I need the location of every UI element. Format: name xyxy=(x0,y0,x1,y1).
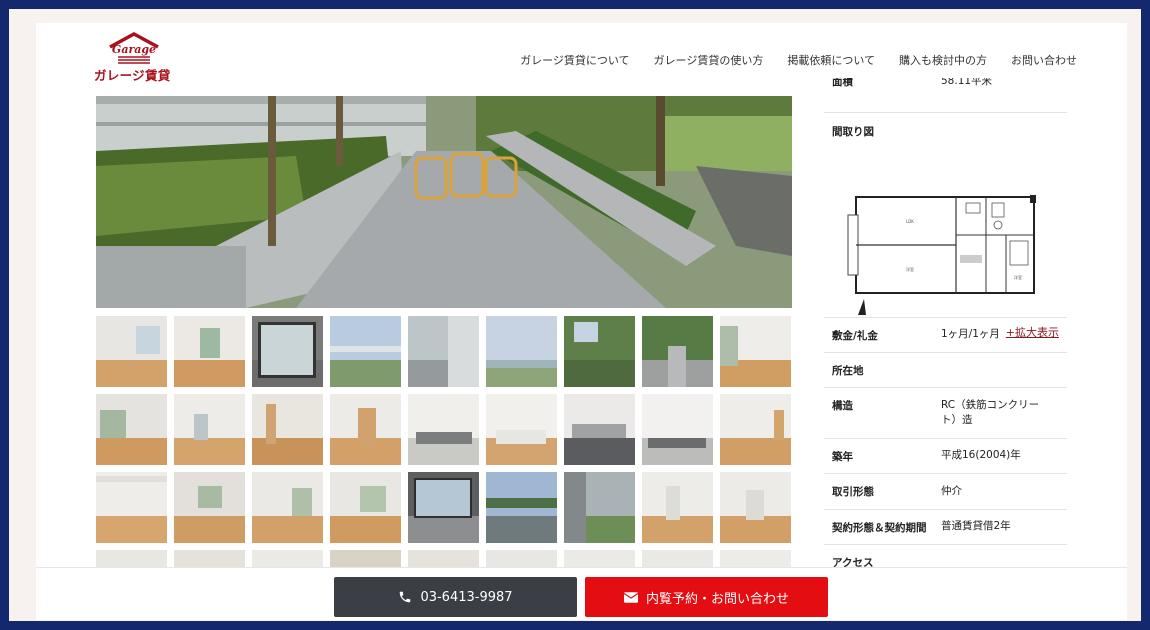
photo-thumbnail[interactable] xyxy=(330,472,401,543)
floorplan-image[interactable]: LDK 洋室 洋室 xyxy=(846,195,1038,320)
detail-key: 構造 xyxy=(832,400,853,412)
detail-key: 間取り図 xyxy=(832,126,874,138)
photo-thumbnail[interactable] xyxy=(252,316,323,387)
photo-thumbnail[interactable] xyxy=(408,316,479,387)
photo-thumbnail[interactable] xyxy=(174,316,245,387)
logo-text: ガレージ賃貸 xyxy=(94,68,171,83)
photo-thumbnail[interactable] xyxy=(174,394,245,465)
photo-thumbnail[interactable] xyxy=(720,394,791,465)
detail-value: 58.11平米 xyxy=(941,78,993,87)
nav-purchase[interactable]: 購入も検討中の方 xyxy=(899,52,987,68)
property-details: 面積 58.11平米 間取り図 LDK 洋室 洋室 +拡大表示 敷金/礼金 1ヶ… xyxy=(824,78,1067,580)
photo-thumbnail[interactable] xyxy=(96,394,167,465)
detail-floorplan: 間取り図 LDK 洋室 洋室 +拡大表示 xyxy=(824,113,1067,339)
phone-button[interactable]: 03-6413-9987 xyxy=(334,577,577,617)
photo-thumbnail[interactable] xyxy=(720,472,791,543)
detail-key: 契約形態＆契約期間 xyxy=(832,521,927,534)
photo-thumbnail[interactable] xyxy=(642,394,713,465)
photo-thumbnail[interactable] xyxy=(564,316,635,387)
walkway-photo xyxy=(96,96,792,308)
detail-area: 面積 58.11平米 xyxy=(824,78,1067,113)
site-logo[interactable]: Garage ガレージ賃貸 xyxy=(94,31,174,83)
photo-thumbnail[interactable] xyxy=(330,394,401,465)
detail-value: RC（鉄筋コンクリート）造 xyxy=(941,399,1040,427)
main-photo[interactable] xyxy=(96,96,792,308)
detail-key: 築年 xyxy=(832,450,853,463)
photo-thumbnail[interactable] xyxy=(96,316,167,387)
detail-value: 普通賃貸借2年 xyxy=(941,520,1011,533)
cta-footer: 03-6413-9987 内覧予約・お問い合わせ xyxy=(36,567,1127,620)
browser-frame: Garage ガレージ賃貸 ガレージ賃貸について ガレージ賃貸の使い方 掲載依頼… xyxy=(9,9,1141,621)
contact-label: 内覧予約・お問い合わせ xyxy=(645,591,789,607)
photo-thumbnail[interactable] xyxy=(720,316,791,387)
photo-thumbnail[interactable] xyxy=(252,472,323,543)
svg-text:洋室: 洋室 xyxy=(1014,274,1022,280)
nav-contact[interactable]: お問い合わせ xyxy=(1011,52,1077,68)
photo-thumbnail[interactable] xyxy=(486,316,557,387)
detail-key: 取引形態 xyxy=(832,486,874,498)
nav-listing-request[interactable]: 掲載依頼について xyxy=(787,52,875,68)
detail-key: 所在地 xyxy=(832,364,864,377)
photo-thumbnail[interactable] xyxy=(330,316,401,387)
detail-value: 平成16(2004)年 xyxy=(941,449,1021,462)
detail-location: 所在地 xyxy=(824,353,1067,388)
detail-contract: 契約形態＆契約期間 普通賃貸借2年 xyxy=(824,510,1067,545)
photo-thumbnail[interactable] xyxy=(642,316,713,387)
photo-thumbnail[interactable] xyxy=(96,472,167,543)
enlarge-floorplan-link[interactable]: +拡大表示 xyxy=(1006,324,1059,340)
photo-thumbnail[interactable] xyxy=(408,394,479,465)
photo-thumbnail[interactable] xyxy=(486,394,557,465)
contact-button[interactable]: 内覧予約・お問い合わせ xyxy=(585,577,828,617)
detail-structure: 構造 RC（鉄筋コンクリート）造 xyxy=(824,388,1067,439)
nav-about[interactable]: ガレージ賃貸について xyxy=(520,52,629,68)
svg-text:LDK: LDK xyxy=(906,219,914,224)
garage-logo-icon: Garage xyxy=(109,32,159,64)
detail-key: 面積 xyxy=(832,78,853,88)
photo-thumbnail[interactable] xyxy=(486,472,557,543)
photo-thumbnail[interactable] xyxy=(408,472,479,543)
logo-script-text: Garage xyxy=(112,43,156,56)
photo-thumbnail[interactable] xyxy=(252,394,323,465)
detail-built-year: 築年 平成16(2004)年 xyxy=(824,439,1067,474)
photo-thumbnail[interactable] xyxy=(174,472,245,543)
phone-icon xyxy=(400,591,411,603)
photo-thumbnail[interactable] xyxy=(564,472,635,543)
phone-number: 03-6413-9987 xyxy=(420,589,513,605)
photo-thumbnail[interactable] xyxy=(642,472,713,543)
main-nav: ガレージ賃貸について ガレージ賃貸の使い方 掲載依頼について 購入も検討中の方 … xyxy=(520,52,1077,68)
svg-text:洋室: 洋室 xyxy=(906,266,914,272)
photo-thumbnail[interactable] xyxy=(564,394,635,465)
detail-value: 仲介 xyxy=(941,484,962,497)
detail-key: 敷金/礼金 xyxy=(832,329,878,342)
property-page: Garage ガレージ賃貸 ガレージ賃貸について ガレージ賃貸の使い方 掲載依頼… xyxy=(36,23,1127,620)
detail-transaction: 取引形態 仲介 xyxy=(824,474,1067,510)
nav-how-to-use[interactable]: ガレージ賃貸の使い方 xyxy=(654,52,764,68)
envelope-icon xyxy=(623,591,638,603)
